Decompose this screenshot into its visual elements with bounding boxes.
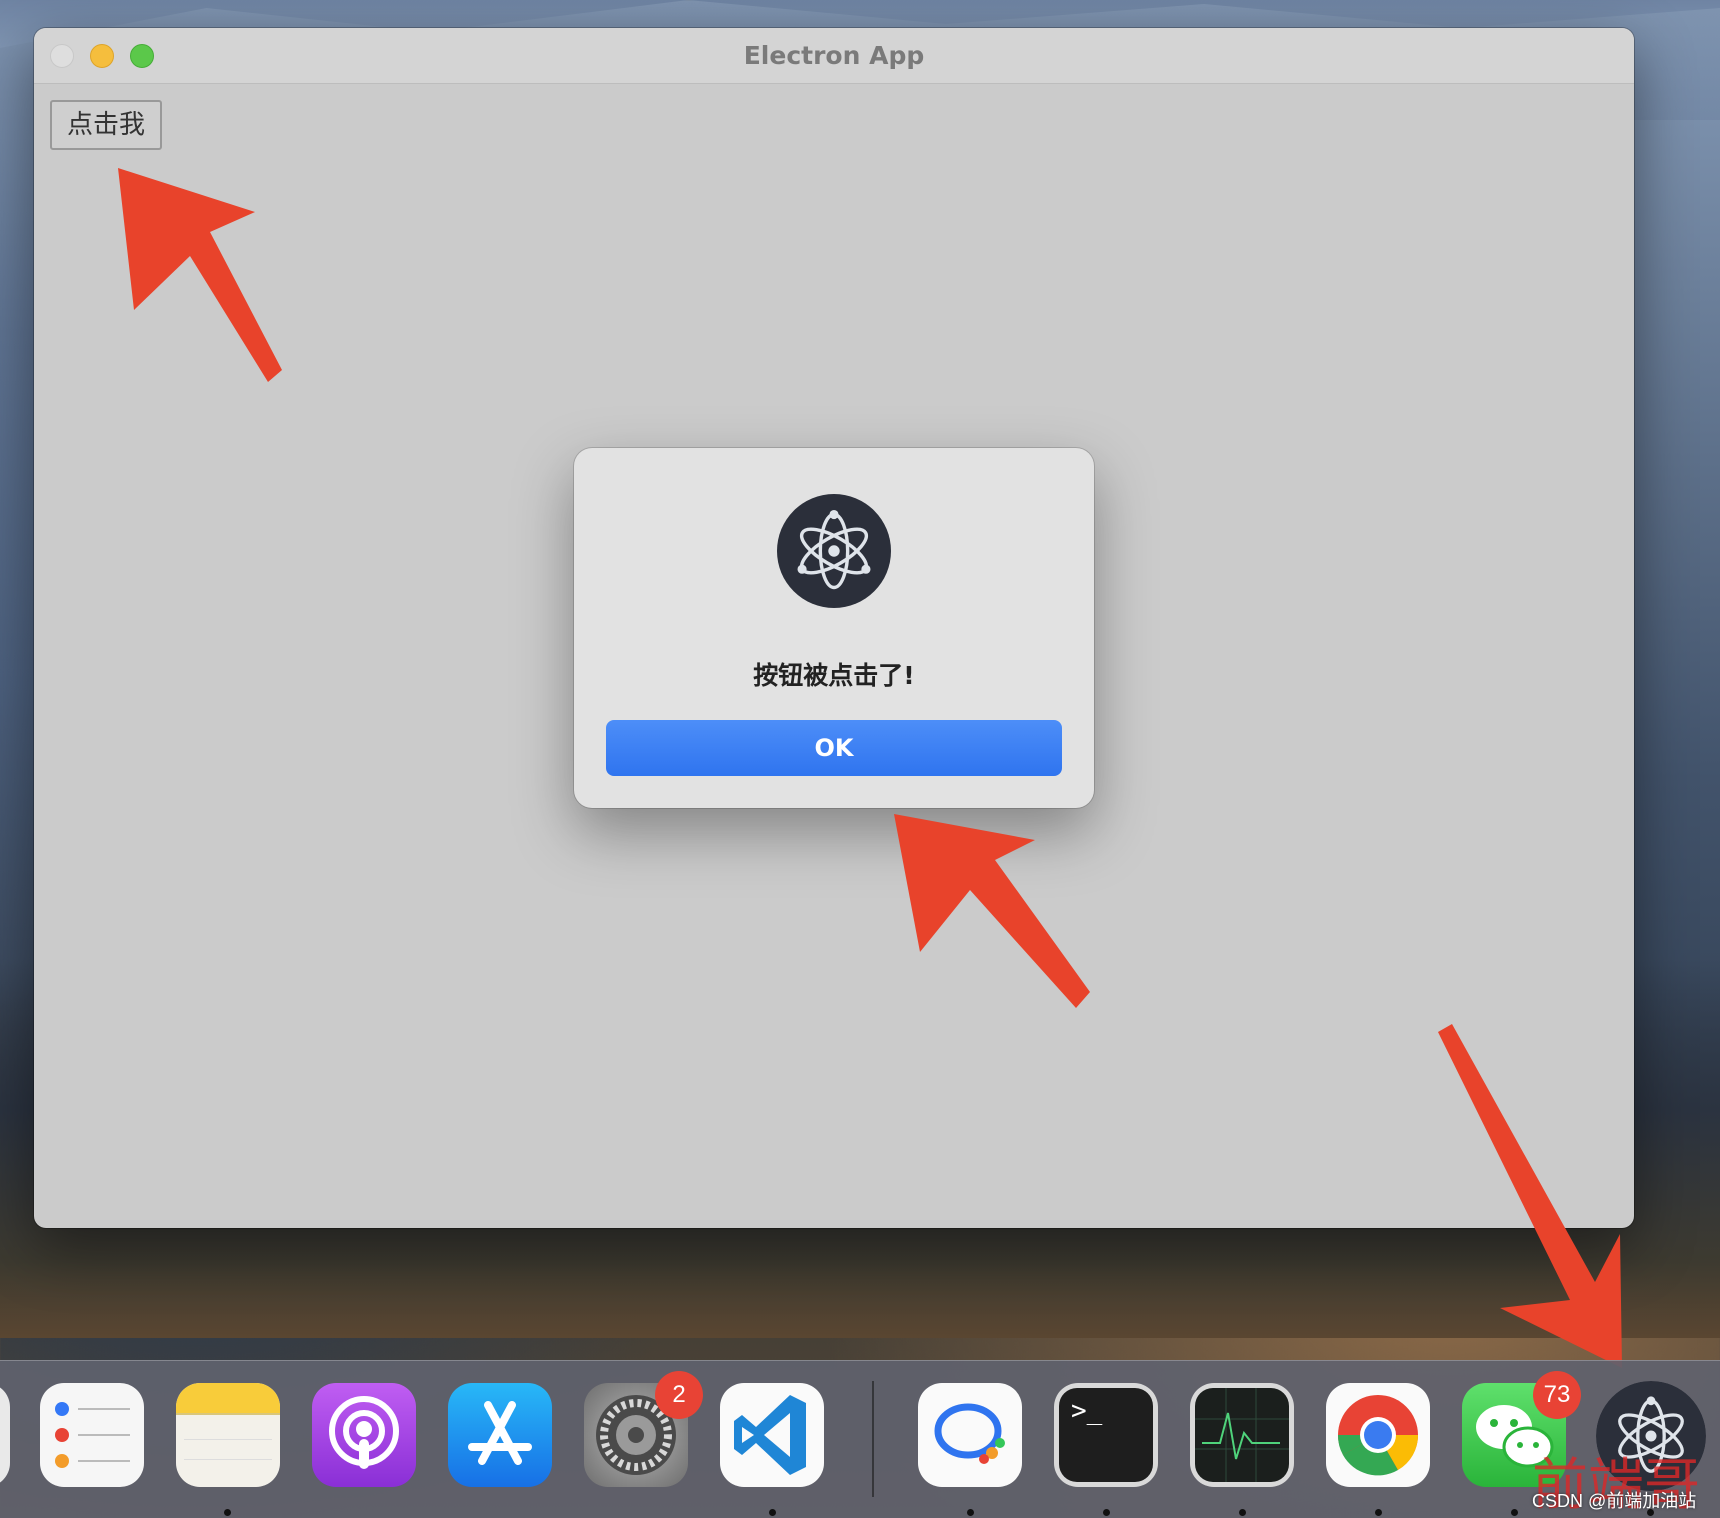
running-indicator [1103,1509,1110,1516]
running-indicator [1375,1509,1382,1516]
notes-icon [176,1383,280,1460]
annotation-arrow-1 [118,168,282,382]
dock-item-activity-monitor[interactable] [1190,1383,1294,1487]
running-indicator [1239,1509,1246,1516]
dock-item-notes[interactable] [176,1383,280,1487]
system-preferences-badge: 2 [655,1371,703,1419]
running-indicator [224,1509,231,1516]
wechat-badge: 73 [1533,1371,1581,1419]
app-store-icon [468,1401,532,1465]
terminal-icon: >_ [1059,1388,1153,1482]
dock-item-chrome[interactable] [1326,1383,1430,1487]
watermark-text: CSDN @前端加油站 [1532,1491,1697,1511]
annotation-arrow-2 [894,814,1090,1008]
dock-item-terminal[interactable]: >_ [1054,1383,1158,1487]
alert-dialog: 按钮被点击了! OK [574,448,1094,808]
terminal-prompt: >_ [1071,1396,1103,1426]
dock-item-podcasts[interactable] [312,1383,416,1487]
electron-icon [777,494,891,608]
chat-bubble-icon [934,1403,1005,1464]
dock-partial-item[interactable] [0,1383,10,1487]
running-indicator [769,1509,776,1516]
reminders-icon [55,1402,130,1468]
dock-item-vscode[interactable] [720,1383,824,1487]
vscode-icon [734,1395,806,1475]
dock-item-app-store[interactable] [448,1383,552,1487]
dock-item-chat[interactable] [918,1383,1022,1487]
dock: 2 >_ 73 [0,1360,1720,1518]
running-indicator [1511,1509,1518,1516]
window-titlebar[interactable]: Electron App [34,28,1634,84]
click-me-button[interactable]: 点击我 [50,100,162,150]
dock-item-reminders[interactable] [40,1383,144,1487]
ok-button[interactable]: OK [606,720,1062,776]
dialog-message: 按钮被点击了! [753,661,915,690]
activity-monitor-icon [1195,1388,1289,1482]
chrome-icon [1337,1395,1419,1476]
window-title: Electron App [743,41,925,70]
podcasts-icon [329,1396,399,1469]
running-indicator [967,1509,974,1516]
dock-separator [872,1381,874,1497]
annotation-arrow-3 [1438,1024,1622,1368]
